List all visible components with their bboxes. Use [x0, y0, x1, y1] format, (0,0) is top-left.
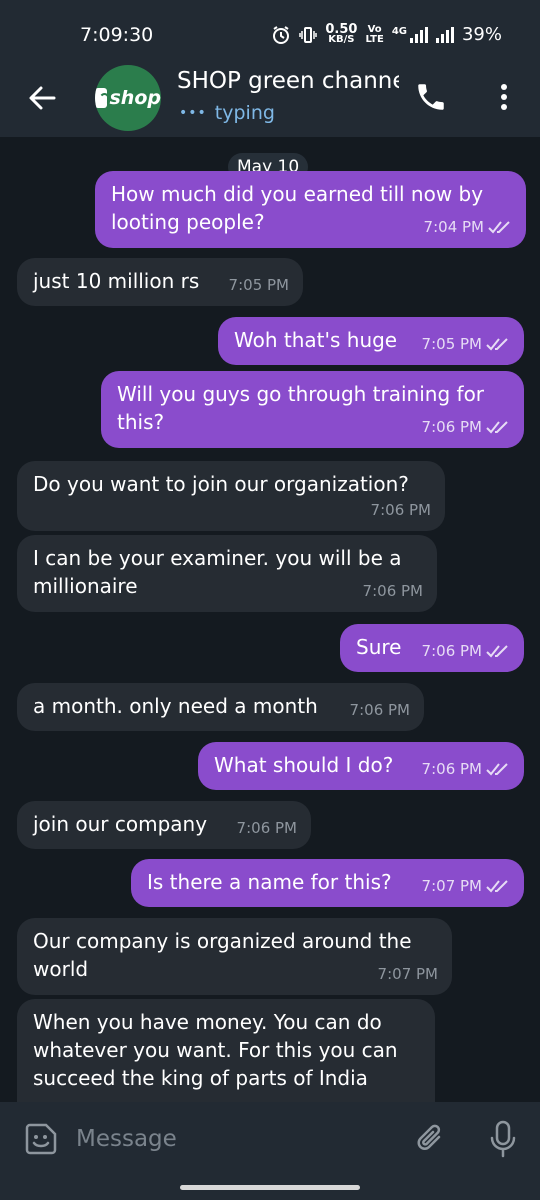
message-time: 7:04 PM	[423, 218, 484, 236]
incoming-message[interactable]: a month. only need a month 7:06 PM	[17, 683, 424, 731]
more-vertical-icon[interactable]	[494, 80, 514, 114]
double-check-icon	[488, 221, 510, 234]
outgoing-message[interactable]: Woh that's huge 7:05 PM	[218, 317, 524, 365]
volte-indicator: Vo LTE	[365, 23, 384, 45]
paperclip-icon[interactable]	[414, 1120, 448, 1158]
message-text: When you have money. You can do whatever…	[33, 1010, 398, 1090]
message-time: 7:06 PM	[421, 642, 482, 660]
outgoing-message[interactable]: Sure 7:06 PM	[340, 624, 524, 672]
chat-title[interactable]: SHOP green channel	[177, 68, 399, 94]
shopping-bag-icon	[95, 88, 110, 108]
arrow-left-icon[interactable]	[26, 82, 58, 114]
message-text: Do you want to join our organization?	[33, 472, 409, 496]
message-time: 7:06 PM	[236, 819, 297, 837]
home-gesture-handle[interactable]	[180, 1185, 360, 1190]
net-speed: 0.50 KB/S	[325, 21, 358, 45]
typing-status: ••• typing	[179, 102, 275, 124]
phone-icon[interactable]	[414, 80, 448, 114]
outgoing-message[interactable]: What should I do? 7:06 PM	[198, 742, 524, 790]
incoming-message[interactable]: I can be your examiner. you will be a mi…	[17, 535, 437, 612]
typing-dots-icon: •••	[179, 105, 207, 121]
message-time: 7:06 PM	[349, 701, 410, 719]
message-input[interactable]	[76, 1122, 376, 1156]
double-check-icon	[486, 763, 508, 776]
status-icons: 0.50 KB/S Vo LTE 4G 39%	[271, 21, 502, 45]
signal-bars-2-icon	[435, 26, 454, 43]
vibrate-icon	[299, 26, 318, 43]
message-time: 7:07 PM	[377, 965, 438, 983]
double-check-icon	[486, 421, 508, 434]
battery-level: 39%	[461, 24, 502, 45]
message-time: 7:05 PM	[228, 276, 289, 294]
double-check-icon	[486, 338, 508, 351]
signal-4g: 4G	[391, 25, 428, 43]
message-time: 7:06 PM	[421, 418, 482, 436]
avatar[interactable]: shop	[95, 65, 161, 131]
outgoing-message[interactable]: Will you guys go through training for th…	[101, 371, 524, 448]
message-time: 7:06 PM	[362, 582, 423, 600]
system-nav-bar	[0, 1176, 540, 1200]
outgoing-message[interactable]: Is there a name for this? 7:07 PM	[131, 859, 524, 907]
incoming-message[interactable]: When you have money. You can do whatever…	[17, 999, 435, 1102]
message-time: 7:06 PM	[421, 760, 482, 778]
avatar-logo-text: shop	[109, 87, 162, 109]
microphone-icon[interactable]	[488, 1120, 518, 1158]
incoming-message[interactable]: just 10 million rs 7:05 PM	[17, 258, 303, 306]
double-check-icon	[486, 880, 508, 893]
outgoing-message[interactable]: How much did you earned till now by loot…	[95, 171, 526, 248]
chat-header: shop SHOP green channel ••• typing	[0, 65, 540, 137]
status-time: 7:09:30	[80, 24, 154, 46]
incoming-message[interactable]: Our company is organized around the worl…	[17, 918, 452, 995]
incoming-message[interactable]: join our company 7:06 PM	[17, 801, 311, 849]
status-bar: 7:09:30 0.50 KB/S Vo LTE 4G 39%	[0, 0, 540, 70]
message-time: 7:06 PM	[370, 501, 431, 519]
signal-bars-1-icon	[409, 26, 428, 43]
message-time: 7:05 PM	[421, 335, 482, 353]
network-type: 4G	[391, 25, 407, 37]
alarm-icon	[273, 25, 290, 44]
double-check-icon	[486, 645, 508, 658]
message-composer	[0, 1102, 540, 1176]
typing-label: typing	[214, 102, 275, 124]
message-text: Our company is organized around the worl…	[33, 929, 412, 981]
message-time: 7:07 PM	[421, 877, 482, 895]
incoming-message[interactable]: Do you want to join our organization? 7:…	[17, 461, 445, 531]
message-list[interactable]: May 10 How much did you earned till now …	[0, 137, 540, 1102]
sticker-emoji-icon[interactable]	[24, 1122, 58, 1156]
